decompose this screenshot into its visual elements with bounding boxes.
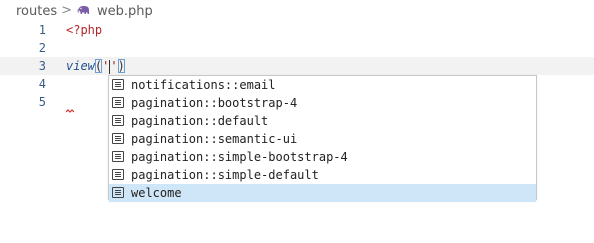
text-document-icon bbox=[112, 133, 124, 144]
text-document-icon bbox=[112, 97, 124, 108]
text-document-icon bbox=[112, 169, 124, 180]
suggestion-label: notifications::email bbox=[131, 78, 276, 92]
line-number: 3 bbox=[38, 59, 46, 73]
autocomplete-suggestions: notifications::email pagination::bootstr… bbox=[108, 75, 537, 202]
code-line[interactable]: 2 bbox=[0, 39, 594, 57]
suggestion-item[interactable]: pagination::default bbox=[109, 112, 536, 130]
suggestion-item[interactable]: pagination::simple-default bbox=[109, 166, 536, 184]
suggestion-item[interactable]: pagination::simple-bootstrap-4 bbox=[109, 148, 536, 166]
code-line[interactable]: 1 <?php bbox=[0, 21, 594, 39]
string-quote-close: ' bbox=[110, 59, 118, 73]
php-elephant-icon bbox=[77, 6, 90, 14]
suggestion-label: pagination::default bbox=[131, 114, 269, 128]
text-document-icon bbox=[112, 115, 124, 126]
suggestion-item[interactable]: notifications::email bbox=[109, 76, 536, 94]
text-document-icon bbox=[112, 151, 124, 162]
text-document-icon bbox=[112, 79, 124, 90]
breadcrumb-separator: > bbox=[61, 2, 73, 18]
suggestion-label: pagination::simple-bootstrap-4 bbox=[131, 150, 348, 164]
suggestion-item[interactable]: pagination::bootstrap-4 bbox=[109, 94, 536, 112]
suggestion-label: pagination::semantic-ui bbox=[131, 132, 298, 146]
function-name: view bbox=[66, 59, 95, 73]
code-line-current[interactable]: 3 view('') bbox=[0, 57, 594, 75]
breadcrumb: routes > web.php bbox=[16, 2, 153, 20]
line-number: 2 bbox=[38, 41, 46, 55]
suggestion-label: pagination::bootstrap-4 bbox=[131, 96, 298, 110]
suggestion-item[interactable]: pagination::semantic-ui bbox=[109, 130, 536, 148]
text-document-icon bbox=[112, 187, 124, 198]
suggestion-item-selected[interactable]: welcome bbox=[109, 184, 536, 202]
suggestion-label: welcome bbox=[131, 186, 182, 200]
line-text: view('') bbox=[66, 57, 125, 75]
breadcrumb-folder[interactable]: routes bbox=[16, 4, 57, 19]
line-number: 1 bbox=[38, 23, 46, 37]
breadcrumb-file[interactable]: web.php bbox=[97, 4, 153, 19]
line-number: 5 bbox=[38, 95, 46, 109]
line-number: 4 bbox=[38, 77, 46, 91]
error-squiggle-icon bbox=[66, 109, 74, 113]
close-paren: ) bbox=[117, 59, 125, 73]
php-open-tag: <?php bbox=[66, 23, 103, 37]
suggestion-label: pagination::simple-default bbox=[131, 168, 319, 182]
string-quote-open: ' bbox=[102, 59, 110, 73]
